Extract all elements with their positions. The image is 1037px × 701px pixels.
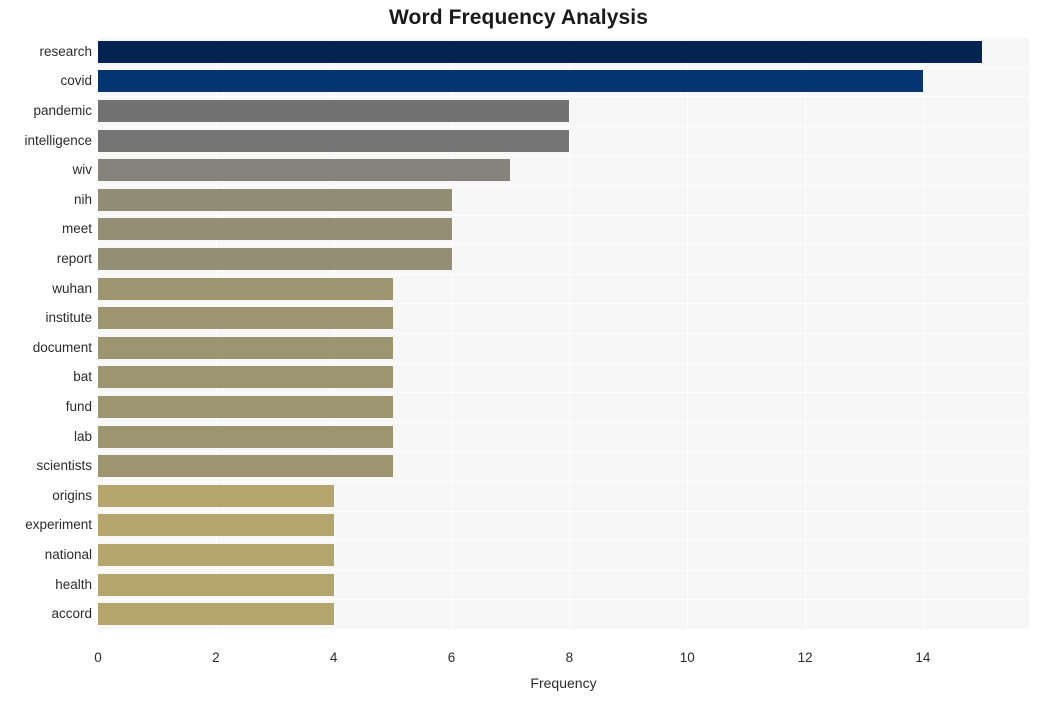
y-tick-label: report [56, 251, 92, 266]
y-tick-label: fund [65, 399, 92, 414]
bar[interactable] [98, 307, 393, 330]
bar[interactable] [98, 455, 393, 478]
y-tick-label: lab [73, 428, 92, 444]
y-tick-label: accord [51, 606, 92, 622]
bar[interactable] [98, 514, 334, 537]
x-tick-label: 2 [212, 650, 220, 665]
gridline-horizontal [98, 303, 1029, 304]
gridline-horizontal [98, 37, 1029, 38]
gridline-horizontal [98, 422, 1029, 423]
x-tick-label: 4 [329, 650, 338, 665]
bar[interactable] [98, 573, 334, 596]
y-tick-label: wiv [72, 162, 93, 178]
gridline-horizontal [98, 126, 1029, 127]
bar[interactable] [98, 100, 570, 122]
bar[interactable] [98, 129, 570, 152]
bar[interactable] [98, 544, 334, 566]
y-tick-label: meet [61, 221, 92, 237]
y-tick-label: research [39, 43, 92, 59]
x-tick-label: 14 [915, 650, 931, 665]
gridline-horizontal [98, 333, 1029, 334]
gridline-horizontal [98, 96, 1029, 97]
y-tick-label: origins [52, 487, 92, 503]
y-tick-label: experiment [25, 517, 92, 533]
bar[interactable] [98, 188, 452, 211]
gridline-horizontal [98, 274, 1029, 275]
bar[interactable] [98, 40, 982, 63]
y-tick-label: institute [45, 310, 92, 326]
y-tick-label: national [44, 547, 92, 562]
y-tick-label: intelligence [24, 132, 92, 148]
y-tick-label: health [55, 576, 92, 592]
gridline-horizontal [98, 511, 1029, 512]
bar[interactable] [98, 248, 452, 270]
x-tick-label: 12 [797, 650, 813, 665]
bar[interactable] [98, 484, 334, 507]
gridline-horizontal [98, 67, 1029, 68]
bar[interactable] [98, 336, 393, 359]
x-axis-title: Frequency [530, 675, 597, 691]
bar[interactable] [98, 425, 393, 448]
gridline-horizontal [98, 155, 1029, 156]
word-frequency-bar-chart: Word Frequency Analysis research covid pan… [0, 0, 1037, 701]
gridline-horizontal [98, 540, 1029, 541]
chart-title: Word Frequency Analysis [388, 6, 649, 29]
y-tick-label: wuhan [52, 280, 92, 296]
x-tick-label: 0 [94, 650, 102, 665]
y-tick-label: scientists [36, 458, 92, 474]
bar[interactable] [98, 366, 393, 389]
bar[interactable] [98, 277, 393, 300]
y-axis-tick-labels: research covid pandemic intelligence wiv nih m… [0, 37, 92, 629]
bar[interactable] [98, 159, 511, 182]
y-tick-label: pandemic [33, 103, 92, 118]
bar[interactable] [98, 396, 393, 418]
gridline-horizontal [98, 185, 1029, 186]
y-tick-label: document [32, 339, 92, 355]
x-axis-tick-labels: 0 2 4 6 8 10 12 14 [0, 650, 1037, 670]
y-tick-label: nih [73, 191, 92, 207]
gridline-horizontal [98, 599, 1029, 600]
gridline-horizontal [98, 392, 1029, 393]
gridline-horizontal [98, 570, 1029, 571]
x-tick-label: 8 [565, 650, 574, 665]
gridline-horizontal [98, 451, 1029, 452]
y-tick-label: covid [60, 73, 92, 89]
gridline-horizontal [98, 215, 1029, 216]
bar[interactable] [98, 603, 334, 626]
plot-area [98, 37, 1029, 629]
gridline-horizontal [98, 481, 1029, 482]
gridline-horizontal [98, 363, 1029, 364]
x-tick-label: 10 [679, 650, 695, 665]
y-tick-label: bat [73, 369, 92, 385]
x-tick-label: 6 [447, 650, 456, 665]
bar[interactable] [98, 70, 923, 93]
bar[interactable] [98, 218, 452, 241]
gridline-horizontal [98, 244, 1029, 245]
